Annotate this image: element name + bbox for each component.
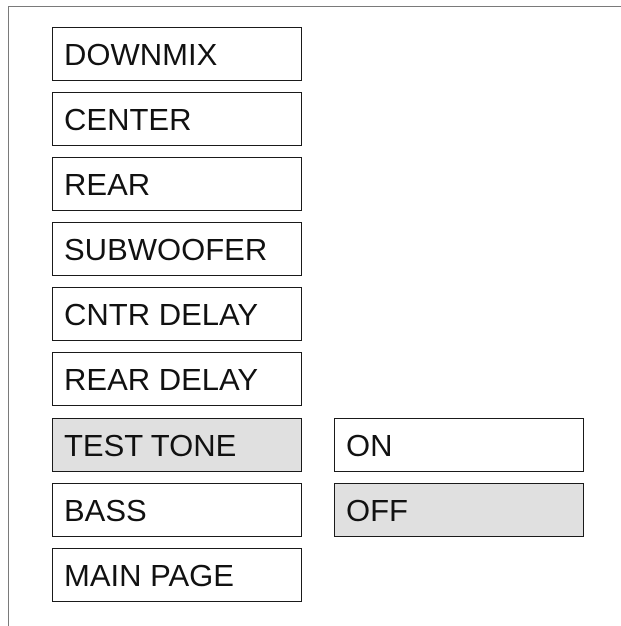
option-off[interactable]: OFF — [334, 483, 584, 537]
menu-item-bass[interactable]: BASS — [52, 483, 302, 537]
menu-item-cntr-delay[interactable]: CNTR DELAY — [52, 287, 302, 341]
menu-item-center[interactable]: CENTER — [52, 92, 302, 146]
menu-item-rear-delay[interactable]: REAR DELAY — [52, 352, 302, 406]
menu-item-main-page[interactable]: MAIN PAGE — [52, 548, 302, 602]
menu-item-rear[interactable]: REAR — [52, 157, 302, 211]
option-on[interactable]: ON — [334, 418, 584, 472]
menu-item-subwoofer[interactable]: SUBWOOFER — [52, 222, 302, 276]
menu-item-test-tone[interactable]: TEST TONE — [52, 418, 302, 472]
menu-item-downmix[interactable]: DOWNMIX — [52, 27, 302, 81]
